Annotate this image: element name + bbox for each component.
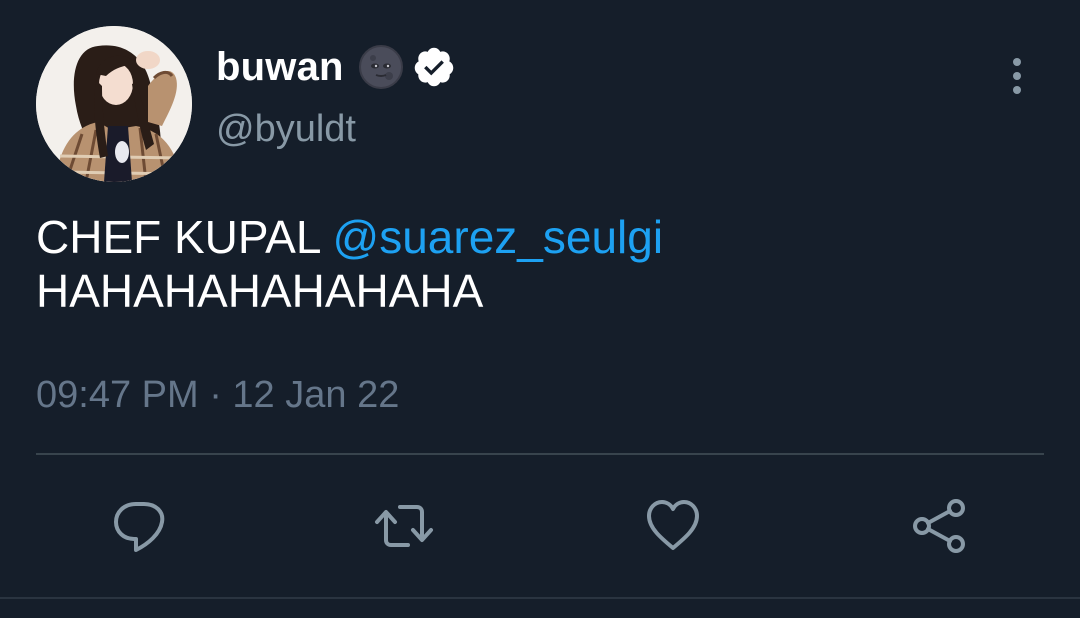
bottom-divider [0, 597, 1080, 599]
display-name[interactable]: buwan [216, 45, 344, 90]
mention-link[interactable]: @suarez_seulgi [333, 211, 664, 263]
user-name-row: buwan [216, 42, 456, 92]
verified-badge-icon [414, 47, 453, 87]
tweet-detail: buwan @byuldt CHEF KUPAL @suarez_seulgi H… [0, 0, 1080, 618]
avatar[interactable] [36, 26, 192, 182]
tweet-text-part: CHEF KUPAL [36, 211, 333, 263]
more-options-icon[interactable] [1000, 54, 1034, 98]
reply-icon[interactable] [110, 496, 170, 556]
new-moon-face-emoji [358, 45, 403, 89]
share-icon[interactable] [910, 496, 970, 556]
user-handle[interactable]: @byuldt [216, 108, 356, 151]
tweet-text: CHEF KUPAL @suarez_seulgi HAHAHAHAHAHAHA [36, 210, 1036, 318]
tweet-text-part: HAHAHAHAHAHAHA [36, 265, 484, 317]
tweet-timestamp[interactable]: 09:47 PM · 12 Jan 22 [36, 374, 399, 417]
divider [36, 453, 1044, 455]
like-icon[interactable] [643, 496, 703, 556]
retweet-icon[interactable] [374, 496, 434, 556]
